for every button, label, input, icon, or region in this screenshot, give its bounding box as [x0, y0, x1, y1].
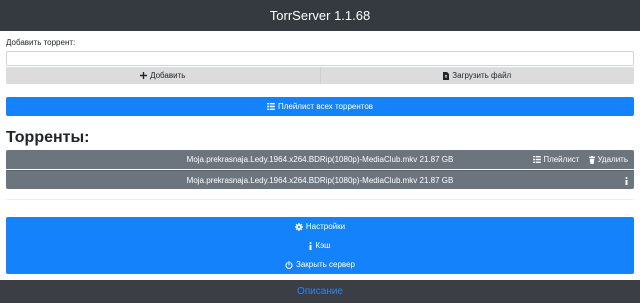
- footer: Описание: [0, 280, 640, 303]
- cache-button[interactable]: Кэш: [6, 236, 634, 255]
- power-icon: [285, 260, 293, 269]
- app-title: TorrServer 1.1.68: [269, 8, 371, 23]
- torrent-item[interactable]: Moja.prekrasnaja.Ledy.1964.x264.BDRip(10…: [6, 150, 634, 169]
- description-link[interactable]: Описание: [297, 286, 343, 297]
- upload-file-button[interactable]: Загрузить файл: [319, 67, 634, 84]
- upload-file-button-label: Загрузить файл: [452, 71, 512, 80]
- torrent-delete-button[interactable]: Удалить: [589, 155, 628, 164]
- list-icon: [267, 103, 275, 110]
- playlist-all-label: Плейлист всех торрентов: [277, 102, 374, 111]
- file-upload-icon: [443, 71, 450, 80]
- server-controls-panel: Настройки Кэш Закрыть сервер: [6, 217, 634, 274]
- info-icon: [309, 241, 312, 250]
- shutdown-label: Закрыть сервер: [296, 260, 355, 269]
- trash-icon: [589, 155, 596, 164]
- torrent-delete-label: Удалить: [597, 155, 628, 164]
- add-buttons-row: Добавить Загрузить файл: [6, 67, 634, 84]
- settings-label: Настройки: [305, 222, 346, 231]
- gear-icon: [294, 222, 303, 231]
- main-content: Добавить торрент: Добавить Загрузить фай…: [0, 31, 640, 280]
- shutdown-server-button[interactable]: Закрыть сервер: [6, 255, 634, 274]
- torrent-playlist-button[interactable]: Плейлист: [533, 155, 579, 164]
- torrent-file-item[interactable]: Moja.prekrasnaja.Ledy.1964.x264.BDRip(10…: [6, 170, 634, 189]
- file-info-button[interactable]: [625, 171, 628, 190]
- playlist-all-button[interactable]: Плейлист всех торрентов: [6, 97, 634, 116]
- info-icon: [625, 176, 628, 185]
- torrents-heading: Торренты:: [6, 129, 90, 146]
- app-header: TorrServer 1.1.68: [0, 0, 640, 31]
- torrserver-page: TorrServer 1.1.68 Добавить торрент: Доба…: [0, 0, 640, 303]
- torrent-actions: Плейлист Удалить: [533, 150, 628, 169]
- list-icon: [533, 156, 542, 163]
- add-torrent-label: Добавить торрент:: [6, 38, 76, 47]
- torrent-playlist-label: Плейлист: [543, 155, 580, 164]
- torrent-link-input[interactable]: [6, 51, 634, 66]
- divider: [6, 199, 634, 200]
- settings-button[interactable]: Настройки: [6, 217, 634, 236]
- add-torrent-button[interactable]: Добавить: [6, 67, 320, 84]
- plus-icon: [140, 72, 148, 79]
- cache-label: Кэш: [315, 241, 331, 250]
- torrent-file-title: Moja.prekrasnaja.Ledy.1964.x264.BDRip(10…: [186, 175, 454, 185]
- add-torrent-button-label: Добавить: [150, 71, 186, 80]
